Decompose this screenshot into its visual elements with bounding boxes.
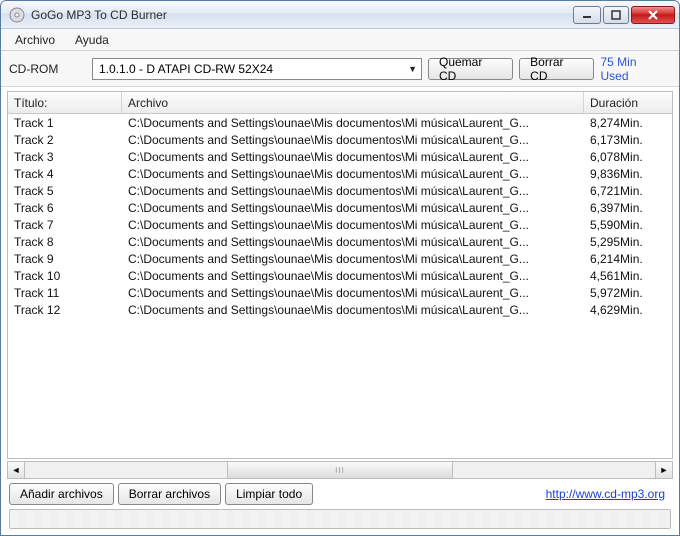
drive-select[interactable]: 1.0.1.0 - D ATAPI CD-RW 52X24 ▼ — [92, 58, 422, 80]
maximize-button[interactable] — [603, 6, 629, 24]
cell-title: Track 12 — [8, 303, 122, 317]
erase-cd-button[interactable]: Borrar CD — [519, 58, 594, 80]
cell-title: Track 5 — [8, 184, 122, 198]
cell-duration: 6,721Min. — [584, 184, 672, 198]
table-row[interactable]: Track 6C:\Documents and Settings\ounae\M… — [8, 199, 672, 216]
cell-file: C:\Documents and Settings\ounae\Mis docu… — [122, 201, 584, 215]
progress-bar — [9, 509, 671, 529]
cell-duration: 5,590Min. — [584, 218, 672, 232]
track-list: Título: Archivo Duración Track 1C:\Docum… — [7, 91, 673, 459]
cell-duration: 6,397Min. — [584, 201, 672, 215]
cell-file: C:\Documents and Settings\ounae\Mis docu… — [122, 303, 584, 317]
cdrom-label: CD-ROM — [9, 62, 86, 76]
menu-archivo[interactable]: Archivo — [7, 31, 63, 49]
cell-title: Track 10 — [8, 269, 122, 283]
cell-title: Track 3 — [8, 150, 122, 164]
app-window: GoGo MP3 To CD Burner Archivo Ayuda CD-R… — [0, 0, 680, 536]
cell-duration: 6,214Min. — [584, 252, 672, 266]
close-button[interactable] — [631, 6, 675, 24]
column-duration[interactable]: Duración — [584, 92, 672, 113]
table-row[interactable]: Track 2C:\Documents and Settings\ounae\M… — [8, 131, 672, 148]
list-body[interactable]: Track 1C:\Documents and Settings\ounae\M… — [8, 114, 672, 458]
cell-duration: 8,274Min. — [584, 116, 672, 130]
cell-duration: 4,629Min. — [584, 303, 672, 317]
table-row[interactable]: Track 1C:\Documents and Settings\ounae\M… — [8, 114, 672, 131]
cell-title: Track 6 — [8, 201, 122, 215]
scroll-right-icon[interactable]: ► — [655, 462, 672, 478]
cell-file: C:\Documents and Settings\ounae\Mis docu… — [122, 133, 584, 147]
scroll-left-icon[interactable]: ◄ — [8, 462, 25, 478]
cell-file: C:\Documents and Settings\ounae\Mis docu… — [122, 235, 584, 249]
cell-file: C:\Documents and Settings\ounae\Mis docu… — [122, 116, 584, 130]
cell-file: C:\Documents and Settings\ounae\Mis docu… — [122, 286, 584, 300]
horizontal-scrollbar[interactable]: ◄ III ► — [7, 461, 673, 479]
table-row[interactable]: Track 11C:\Documents and Settings\ounae\… — [8, 284, 672, 301]
clear-all-button[interactable]: Limpiar todo — [225, 483, 313, 505]
minutes-used: 75 Min Used — [601, 55, 672, 83]
app-icon — [9, 7, 25, 23]
chevron-down-icon: ▼ — [408, 64, 417, 74]
table-row[interactable]: Track 4C:\Documents and Settings\ounae\M… — [8, 165, 672, 182]
website-link[interactable]: http://www.cd-mp3.org — [546, 487, 671, 501]
cell-duration: 6,173Min. — [584, 133, 672, 147]
cell-duration: 4,561Min. — [584, 269, 672, 283]
cell-duration: 5,295Min. — [584, 235, 672, 249]
cell-file: C:\Documents and Settings\ounae\Mis docu… — [122, 218, 584, 232]
table-row[interactable]: Track 3C:\Documents and Settings\ounae\M… — [8, 148, 672, 165]
list-header: Título: Archivo Duración — [8, 92, 672, 114]
cell-title: Track 4 — [8, 167, 122, 181]
table-row[interactable]: Track 7C:\Documents and Settings\ounae\M… — [8, 216, 672, 233]
cell-file: C:\Documents and Settings\ounae\Mis docu… — [122, 150, 584, 164]
remove-files-button[interactable]: Borrar archivos — [118, 483, 221, 505]
cell-title: Track 2 — [8, 133, 122, 147]
cell-file: C:\Documents and Settings\ounae\Mis docu… — [122, 269, 584, 283]
scroll-thumb[interactable]: III — [227, 462, 454, 478]
cell-title: Track 1 — [8, 116, 122, 130]
add-files-button[interactable]: Añadir archivos — [9, 483, 114, 505]
scroll-track[interactable]: III — [25, 462, 655, 478]
cell-title: Track 8 — [8, 235, 122, 249]
cell-title: Track 11 — [8, 286, 122, 300]
table-row[interactable]: Track 5C:\Documents and Settings\ounae\M… — [8, 182, 672, 199]
minimize-button[interactable] — [573, 6, 601, 24]
cell-duration: 6,078Min. — [584, 150, 672, 164]
menu-ayuda[interactable]: Ayuda — [67, 31, 117, 49]
burn-cd-button[interactable]: Quemar CD — [428, 58, 513, 80]
toolbar: CD-ROM 1.0.1.0 - D ATAPI CD-RW 52X24 ▼ Q… — [1, 51, 679, 87]
table-row[interactable]: Track 12C:\Documents and Settings\ounae\… — [8, 301, 672, 318]
drive-value: 1.0.1.0 - D ATAPI CD-RW 52X24 — [99, 62, 273, 76]
cell-duration: 9,836Min. — [584, 167, 672, 181]
window-controls — [573, 6, 675, 24]
table-row[interactable]: Track 8C:\Documents and Settings\ounae\M… — [8, 233, 672, 250]
cell-file: C:\Documents and Settings\ounae\Mis docu… — [122, 167, 584, 181]
cell-title: Track 9 — [8, 252, 122, 266]
cell-duration: 5,972Min. — [584, 286, 672, 300]
cell-title: Track 7 — [8, 218, 122, 232]
titlebar[interactable]: GoGo MP3 To CD Burner — [1, 1, 679, 29]
cell-file: C:\Documents and Settings\ounae\Mis docu… — [122, 184, 584, 198]
table-row[interactable]: Track 10C:\Documents and Settings\ounae\… — [8, 267, 672, 284]
menubar: Archivo Ayuda — [1, 29, 679, 51]
window-title: GoGo MP3 To CD Burner — [31, 8, 573, 22]
cell-file: C:\Documents and Settings\ounae\Mis docu… — [122, 252, 584, 266]
table-row[interactable]: Track 9C:\Documents and Settings\ounae\M… — [8, 250, 672, 267]
bottom-toolbar: Añadir archivos Borrar archivos Limpiar … — [1, 479, 679, 509]
column-title[interactable]: Título: — [8, 92, 122, 113]
column-file[interactable]: Archivo — [122, 92, 584, 113]
